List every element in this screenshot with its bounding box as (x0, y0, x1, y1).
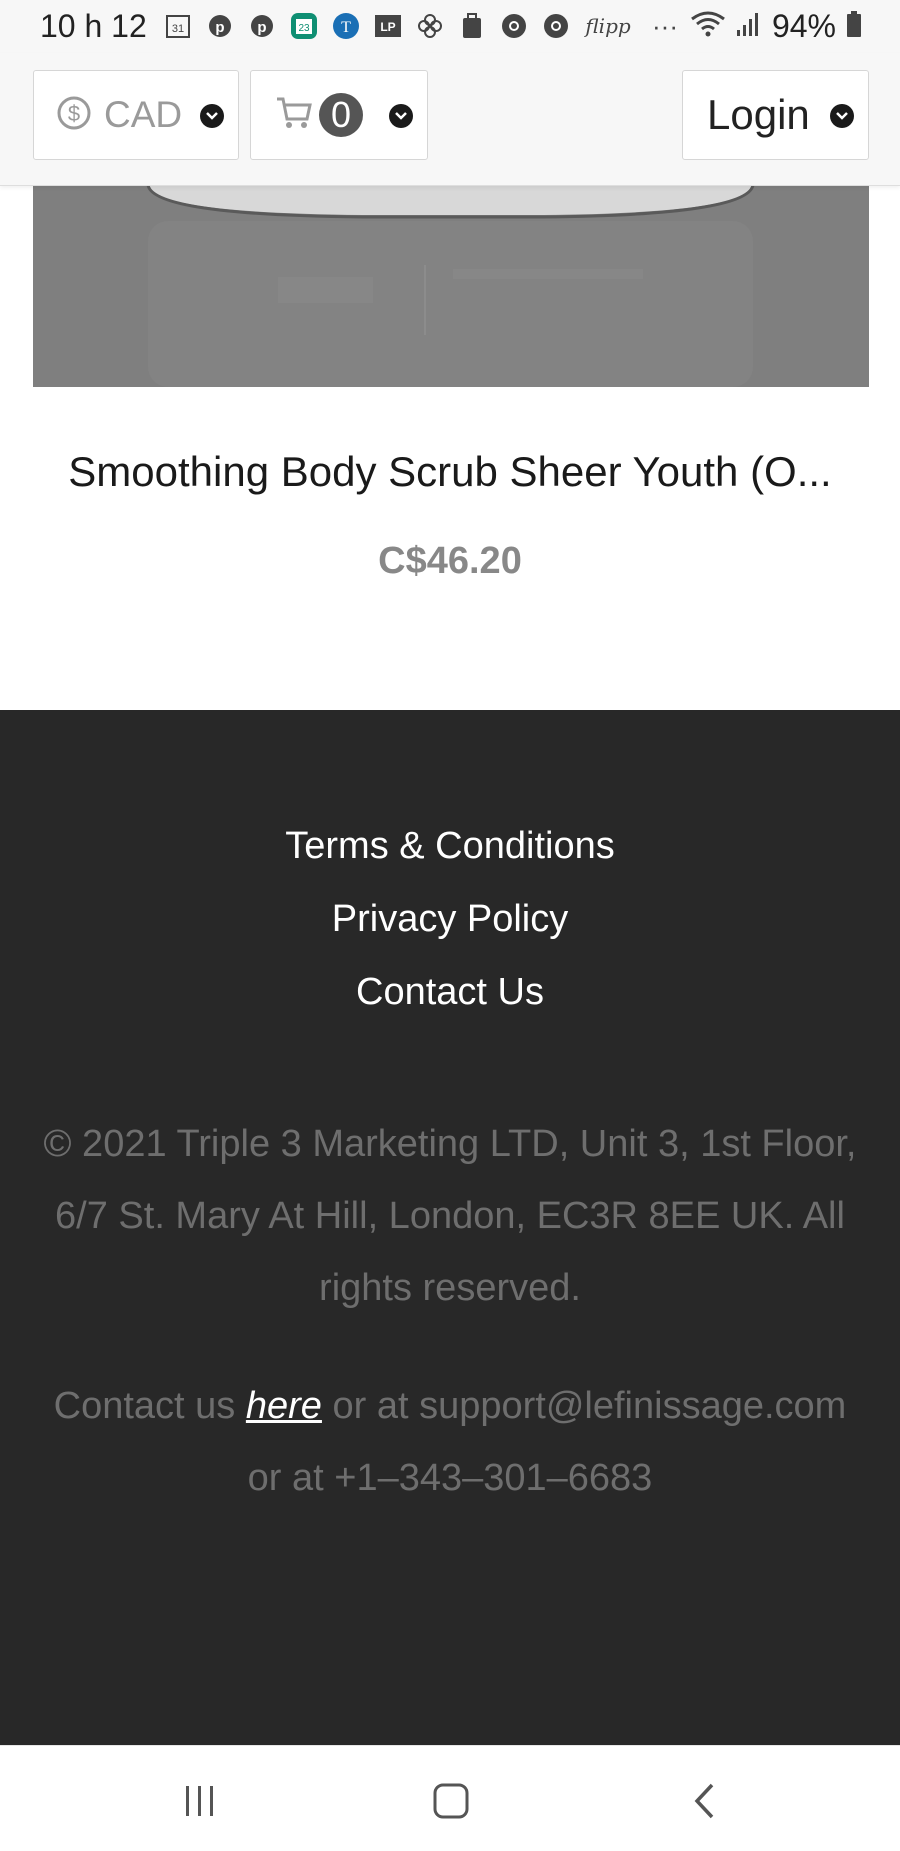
home-icon (433, 1783, 469, 1819)
chevron-down-icon (389, 104, 413, 128)
contact-here-link[interactable]: here (246, 1385, 322, 1427)
contact-info: Contact us here or at support@lefinissag… (40, 1370, 860, 1514)
flipp-icon: flipp (585, 14, 631, 38)
chrome-icon (541, 11, 571, 41)
terms-link[interactable]: Terms & Conditions (0, 810, 900, 883)
jar-illustration (33, 185, 869, 387)
login-button[interactable]: Login (682, 70, 869, 160)
contact-prefix: Contact us (53, 1385, 236, 1427)
status-time: 10 h 12 (40, 8, 147, 44)
privacy-link[interactable]: Privacy Policy (0, 883, 900, 956)
back-icon (694, 1783, 714, 1819)
system-status: 94% (690, 8, 862, 45)
lp-icon: LP (373, 11, 403, 41)
more-notifications-icon: ··· (652, 10, 678, 41)
currency-selector-button[interactable]: $ CAD (33, 70, 239, 160)
calendar-app-icon: 23 (289, 11, 319, 41)
status-bar: 10 h 12 31 p p 23 T LP flipp ··· 94% (0, 0, 900, 53)
site-footer: Terms & Conditions Privacy Policy Contac… (0, 710, 900, 1745)
svg-text:$: $ (68, 101, 80, 126)
product-price: C$46.20 (378, 540, 522, 582)
dollar-circle-icon: $ (56, 95, 92, 136)
notification-icons: 31 p p 23 T LP flipp ··· (163, 11, 685, 41)
signal-icon (736, 10, 762, 43)
contact-link[interactable]: Contact Us (0, 956, 900, 1029)
copyright-text: © 2021 Triple 3 Marketing LTD, Unit 3, 1… (43, 1123, 857, 1309)
wifi-icon (690, 9, 726, 44)
footer-links: Terms & Conditions Privacy Policy Contac… (0, 810, 900, 1029)
cart-icon (275, 95, 313, 136)
svg-text:p: p (215, 19, 224, 36)
svg-text:23: 23 (298, 23, 310, 34)
news-app-icon: T (331, 11, 361, 41)
svg-text:T: T (341, 19, 351, 36)
pinterest-icon: p (205, 11, 235, 41)
product-image[interactable] (33, 185, 869, 387)
cart-count-badge: 0 (319, 93, 363, 137)
back-button[interactable] (674, 1776, 734, 1826)
calendar-icon: 31 (163, 11, 193, 41)
currency-label: CAD (104, 94, 183, 135)
login-label: Login (707, 91, 810, 138)
svg-text:p: p (257, 19, 266, 36)
site-header: $ CAD 0 Login (0, 53, 900, 186)
bag-icon (457, 11, 487, 41)
pinwheel-icon (415, 11, 445, 41)
battery-icon (846, 10, 862, 43)
recent-apps-button[interactable] (170, 1776, 230, 1826)
contact-suffix: or at support@lefinissage.com or at +1–3… (247, 1385, 847, 1499)
svg-text:LP: LP (380, 20, 395, 34)
system-nav-bar (0, 1745, 900, 1851)
cart-button[interactable]: 0 (250, 70, 428, 160)
chevron-down-icon (830, 104, 854, 128)
chevron-down-icon (200, 104, 224, 128)
battery-percent: 94% (771, 8, 836, 44)
recent-apps-icon (186, 1786, 213, 1816)
svg-text:31: 31 (172, 23, 184, 35)
pinterest-icon: p (247, 11, 277, 41)
home-button[interactable] (421, 1776, 481, 1826)
chrome-icon (499, 11, 529, 41)
product-title[interactable]: Smoothing Body Scrub Sheer Youth (O... (0, 448, 900, 496)
